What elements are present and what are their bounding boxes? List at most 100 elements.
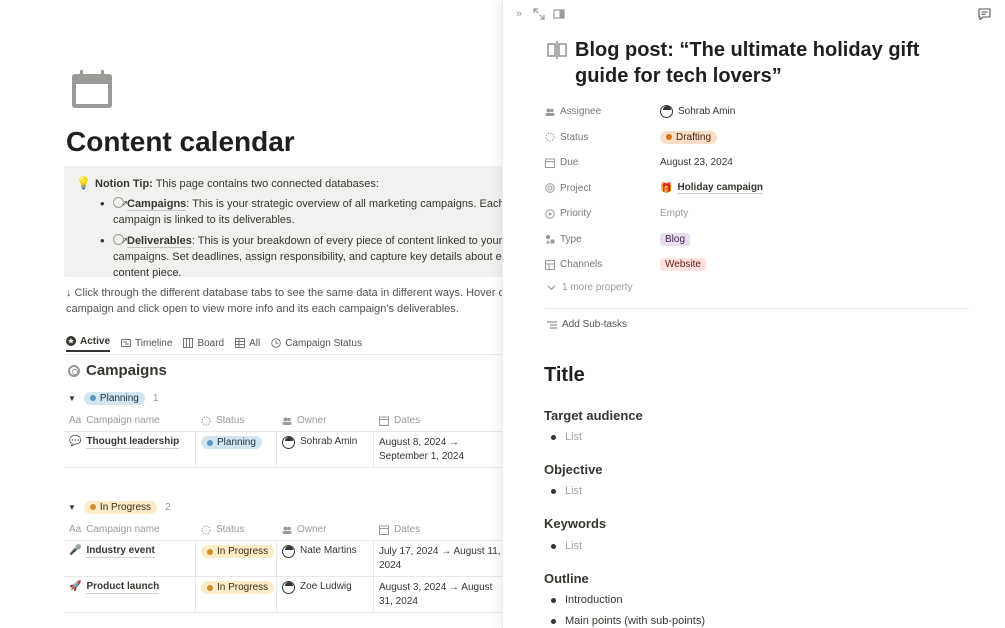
- date-range: August 3, 2024 → August 31, 2024: [379, 582, 493, 607]
- campaign-name[interactable]: Industry event: [86, 545, 155, 558]
- panel-toolbar: »: [513, 8, 565, 20]
- campaigns-link[interactable]: Campaigns: [127, 198, 187, 211]
- property-value[interactable]: Blog: [660, 232, 691, 246]
- group-count: 2: [165, 501, 171, 513]
- table-header: Aa Campaign name Status Owner Dates: [64, 519, 502, 541]
- dates-cell[interactable]: July 17, 2024 → August 11, 2024: [374, 541, 502, 576]
- list-item-placeholder[interactable]: List: [551, 431, 582, 443]
- tab-campaign-status[interactable]: Campaign Status: [271, 334, 362, 352]
- heading-keywords[interactable]: Keywords: [544, 516, 606, 531]
- caret-down-icon[interactable]: ▼: [68, 394, 76, 403]
- table-header: Aa Campaign name Status Owner Dates: [64, 410, 502, 432]
- property-label: Assignee: [560, 106, 602, 118]
- owner-cell[interactable]: Sohrab Amin: [277, 432, 374, 467]
- campaign-name[interactable]: Thought leadership: [86, 436, 180, 449]
- property-status[interactable]: Status Drafting: [545, 125, 969, 151]
- column-header-owner[interactable]: Owner: [277, 524, 374, 535]
- campaign-name[interactable]: Product launch: [86, 581, 160, 594]
- property-value[interactable]: Empty: [660, 208, 688, 219]
- column-label: Status: [216, 415, 245, 426]
- list-item-placeholder[interactable]: List: [551, 540, 582, 552]
- add-subtasks-button[interactable]: Add Sub-tasks: [547, 319, 627, 330]
- property-type[interactable]: Type Blog: [545, 227, 969, 253]
- property-due[interactable]: Due August 23, 2024: [545, 150, 969, 176]
- property-priority[interactable]: Priority Empty: [545, 201, 969, 227]
- status-cell[interactable]: In Progress: [196, 541, 277, 576]
- status-dot: [666, 134, 672, 141]
- tab-all[interactable]: All: [235, 334, 260, 352]
- dates-cell[interactable]: August 8, 2024 → September 1, 2024: [374, 432, 502, 467]
- column-header-name[interactable]: Aa Campaign name: [64, 524, 196, 535]
- campaign-name-cell[interactable]: 💬 Thought leadership: [64, 432, 196, 467]
- dates-cell[interactable]: August 3, 2024 → August 31, 2024: [374, 577, 502, 612]
- owner-cell[interactable]: Nate Martins: [277, 541, 374, 576]
- table-row[interactable]: 💬 Thought leadership Planning Sohrab Amin…: [64, 432, 502, 468]
- campaign-link-icon: [113, 196, 128, 212]
- add-subtasks-label: Add Sub-tasks: [562, 319, 628, 330]
- table-row[interactable]: 🎤 Industry event In Progress Nate Martins…: [64, 541, 502, 577]
- column-header-name[interactable]: Aa Campaign name: [64, 415, 196, 426]
- campaign-name-cell[interactable]: 🚀 Product launch: [64, 577, 196, 612]
- content-heading-title[interactable]: Title: [544, 364, 585, 387]
- status-cell[interactable]: In Progress: [196, 577, 277, 612]
- campaigns-table-planning: Aa Campaign name Status Owner Dates 💬 Thou…: [64, 410, 502, 468]
- column-header-dates[interactable]: Dates: [374, 524, 502, 535]
- tab-label: Timeline: [135, 337, 173, 349]
- table-row[interactable]: 🚀 Product launch In Progress Zoe Ludwig A…: [64, 577, 502, 613]
- database-title[interactable]: Campaigns: [68, 362, 167, 379]
- property-value[interactable]: August 23, 2024: [660, 157, 733, 168]
- text-type-icon: Aa: [69, 415, 82, 426]
- property-label: Channels: [560, 259, 603, 271]
- property-channels[interactable]: Channels Website: [545, 252, 969, 278]
- list-item-placeholder[interactable]: List: [551, 485, 582, 497]
- people-icon: [545, 108, 555, 116]
- owner-cell[interactable]: Zoe Ludwig: [277, 577, 374, 612]
- chevron-down-icon: [547, 285, 556, 291]
- comment-icon[interactable]: [978, 8, 991, 20]
- column-label: Dates: [394, 415, 421, 426]
- caret-down-icon[interactable]: ▼: [68, 503, 76, 512]
- property-value[interactable]: Drafting: [660, 130, 718, 144]
- close-peek-icon[interactable]: »: [513, 8, 525, 20]
- property-value[interactable]: Sohrab Amin: [660, 105, 735, 119]
- campaign-name-cell[interactable]: 🎤 Industry event: [64, 541, 196, 576]
- column-header-owner[interactable]: Owner: [277, 415, 374, 426]
- panel-title[interactable]: Blog post: “The ultimate holiday gift gu…: [575, 37, 975, 89]
- property-label: Type: [560, 233, 582, 245]
- property-value[interactable]: 🎁 Holiday campaign: [660, 182, 764, 195]
- status-cell[interactable]: Planning: [196, 432, 277, 467]
- more-properties-toggle[interactable]: 1 more property: [547, 282, 633, 293]
- tab-active[interactable]: Active: [66, 334, 111, 352]
- status-badge: In Progress: [201, 545, 275, 558]
- list-item[interactable]: Introduction: [551, 594, 622, 606]
- heading-outline[interactable]: Outline: [544, 571, 589, 586]
- status-dot: [89, 504, 96, 510]
- list-item[interactable]: Main points (with sub-points): [551, 615, 705, 627]
- date-property-icon: [545, 158, 555, 168]
- calendar-icon[interactable]: [72, 70, 112, 108]
- group-header-planning[interactable]: ▼ Planning 1: [68, 390, 158, 406]
- status-label: In Progress: [217, 582, 269, 593]
- property-project[interactable]: Project 🎁 Holiday campaign: [545, 176, 969, 202]
- properties-list: Assignee Sohrab Amin Status Drafting Due…: [545, 99, 969, 278]
- project-link[interactable]: Holiday campaign: [677, 182, 764, 195]
- document-icon[interactable]: [547, 41, 567, 59]
- status-property-icon: [201, 525, 211, 534]
- group-header-in-progress[interactable]: ▼ In Progress 2: [68, 499, 171, 515]
- shapes-icon: [545, 235, 555, 244]
- tab-board[interactable]: Board: [183, 334, 224, 352]
- callout-list: Campaigns: This is your strategic overvi…: [100, 196, 502, 286]
- side-peek-icon[interactable]: [553, 8, 565, 20]
- column-header-status[interactable]: Status: [196, 415, 277, 426]
- property-assignee[interactable]: Assignee Sohrab Amin: [545, 99, 969, 125]
- lightbulb-icon: 💡: [76, 176, 91, 190]
- heading-objective[interactable]: Objective: [544, 462, 603, 477]
- heading-target-audience[interactable]: Target audience: [544, 408, 643, 423]
- deliverables-link[interactable]: Deliverables: [127, 235, 192, 248]
- column-header-dates[interactable]: Dates: [374, 415, 502, 426]
- column-header-status[interactable]: Status: [196, 524, 277, 535]
- expand-icon[interactable]: [533, 8, 545, 20]
- group-count: 1: [152, 392, 159, 404]
- property-value[interactable]: Website: [660, 258, 706, 272]
- tab-timeline[interactable]: Timeline: [121, 334, 172, 352]
